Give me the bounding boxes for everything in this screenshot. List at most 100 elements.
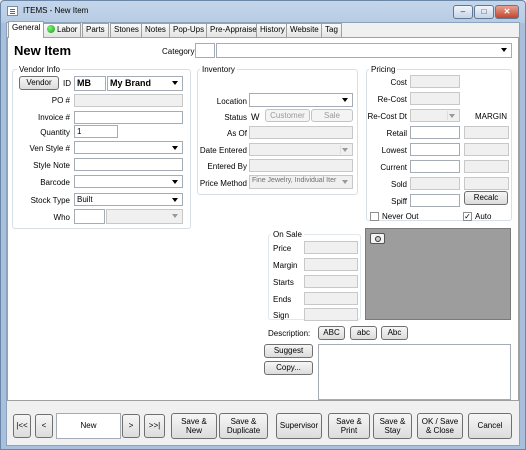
minimize-button[interactable]: – xyxy=(453,5,473,19)
status-label: Status xyxy=(224,113,247,122)
recost-dt-label: Re-Cost Dt xyxy=(367,112,407,121)
invoice-input[interactable] xyxy=(74,111,183,124)
lowercase-button[interactable]: abc xyxy=(350,326,377,340)
tab-stones[interactable]: Stones xyxy=(110,23,143,37)
prev-record-button[interactable]: < xyxy=(35,414,53,438)
on-sale-title: On Sale xyxy=(271,230,304,239)
ok-save-close-button[interactable]: OK / Save & Close xyxy=(417,413,463,439)
invoice-label: Invoice # xyxy=(37,113,70,122)
page-title: New Item xyxy=(14,43,72,58)
sale-button[interactable]: Sale xyxy=(311,109,353,122)
retail-input[interactable] xyxy=(410,126,460,139)
titlecase-button[interactable]: Abc xyxy=(381,326,408,340)
current-input[interactable] xyxy=(410,160,460,173)
sale-sign-input xyxy=(304,308,358,321)
copy-button[interactable]: Copy... xyxy=(264,361,313,375)
item-image-panel[interactable] xyxy=(365,228,511,320)
as-of-label: As Of xyxy=(226,129,247,138)
tab-history[interactable]: History xyxy=(256,23,289,37)
pricing-title: Pricing xyxy=(369,65,398,74)
description-textarea[interactable] xyxy=(318,344,511,400)
title-bar[interactable]: ITEMS - New Item – □ ✕ xyxy=(1,1,525,21)
save-stay-button[interactable]: Save & Stay xyxy=(373,413,412,439)
vendor-id-input[interactable]: MB xyxy=(74,76,106,91)
last-record-button[interactable]: >>| xyxy=(144,414,165,438)
never-out-checkbox[interactable] xyxy=(370,212,379,221)
entered-by-label: Entered By xyxy=(207,162,247,171)
uppercase-button[interactable]: ABC xyxy=(318,326,345,340)
next-record-button[interactable]: > xyxy=(122,414,140,438)
retail-label: Retail xyxy=(386,129,407,138)
auto-checkbox[interactable]: ✓ xyxy=(463,212,472,221)
category-code-input[interactable] xyxy=(195,43,215,58)
recalc-button[interactable]: Recalc xyxy=(464,191,508,205)
save-duplicate-button[interactable]: Save & Duplicate xyxy=(219,413,268,439)
lowest-input[interactable] xyxy=(410,143,460,156)
sale-starts-label: Starts xyxy=(273,278,294,287)
cancel-button[interactable]: Cancel xyxy=(468,413,512,439)
sold-input xyxy=(410,177,460,190)
price-method-dropdown[interactable]: Fine Jewelry, Individual Iter xyxy=(249,175,353,189)
location-dropdown[interactable] xyxy=(249,93,353,107)
current-margin xyxy=(464,160,509,173)
tab-labor[interactable]: Labor xyxy=(43,23,82,37)
never-out-label: Never Out xyxy=(382,212,419,221)
close-button[interactable]: ✕ xyxy=(495,5,519,19)
barcode-label: Barcode xyxy=(40,178,70,187)
tab-parts[interactable]: Parts xyxy=(82,23,109,37)
save-print-button[interactable]: Save & Print xyxy=(328,413,370,439)
ven-style-dropdown[interactable] xyxy=(74,141,183,154)
sale-sign-label: Sign xyxy=(273,311,290,320)
category-dropdown[interactable] xyxy=(216,43,512,58)
ven-style-label: Ven Style # xyxy=(29,144,70,153)
sold-label: Sold xyxy=(390,180,407,189)
as-of-input xyxy=(249,126,353,139)
style-note-input[interactable] xyxy=(74,158,183,171)
first-record-button[interactable]: |<< xyxy=(13,414,31,438)
recost-dt-picker[interactable] xyxy=(410,109,460,122)
barcode-dropdown[interactable] xyxy=(74,175,183,188)
quantity-input[interactable]: 1 xyxy=(74,125,118,138)
stock-type-dropdown[interactable]: Built xyxy=(74,193,183,206)
spiff-input[interactable] xyxy=(410,194,460,207)
date-entered-picker[interactable] xyxy=(249,143,353,156)
sale-margin-input xyxy=(304,258,358,271)
sale-price-input xyxy=(304,241,358,254)
who-code-input[interactable] xyxy=(74,209,105,224)
record-position: New xyxy=(56,413,121,439)
stock-type-label: Stock Type xyxy=(30,196,70,205)
category-label: Category xyxy=(162,47,195,56)
tab-website[interactable]: Website xyxy=(286,23,323,37)
green-dot-icon xyxy=(47,25,55,33)
tab-general[interactable]: General xyxy=(8,21,45,38)
customer-button[interactable]: Customer xyxy=(265,109,310,122)
po-label: PO # xyxy=(51,96,70,105)
maximize-button[interactable]: □ xyxy=(474,5,494,19)
suggest-button[interactable]: Suggest xyxy=(264,344,313,358)
tab-tag[interactable]: Tag xyxy=(321,23,342,37)
tab-pop-ups[interactable]: Pop-Ups xyxy=(169,23,209,37)
sale-margin-label: Margin xyxy=(273,261,298,270)
sale-starts-input xyxy=(304,275,358,288)
tab-notes[interactable]: Notes xyxy=(141,23,170,37)
recost-input xyxy=(410,92,460,105)
camera-icon[interactable] xyxy=(370,233,385,244)
sale-ends-label: Ends xyxy=(273,295,292,304)
date-entered-label: Date Entered xyxy=(199,146,247,155)
po-input[interactable] xyxy=(74,94,183,107)
supervisor-button[interactable]: Supervisor xyxy=(276,413,322,439)
vendor-name-dropdown[interactable]: My Brand xyxy=(107,76,183,91)
save-new-button[interactable]: Save & New xyxy=(171,413,217,439)
vendor-button[interactable]: Vendor xyxy=(19,76,59,90)
current-label: Current xyxy=(380,163,407,172)
location-label: Location xyxy=(216,97,247,106)
spiff-label: Spiff xyxy=(391,197,407,206)
retail-margin xyxy=(464,126,509,139)
recost-label: Re-Cost xyxy=(377,95,407,104)
sale-ends-input xyxy=(304,292,358,305)
tab-pre-appraise[interactable]: Pre-Appraise xyxy=(206,23,261,37)
who-dropdown[interactable] xyxy=(106,209,183,224)
auto-label: Auto xyxy=(475,212,492,221)
description-label: Description: xyxy=(268,329,311,338)
price-method-label: Price Method xyxy=(199,179,247,188)
